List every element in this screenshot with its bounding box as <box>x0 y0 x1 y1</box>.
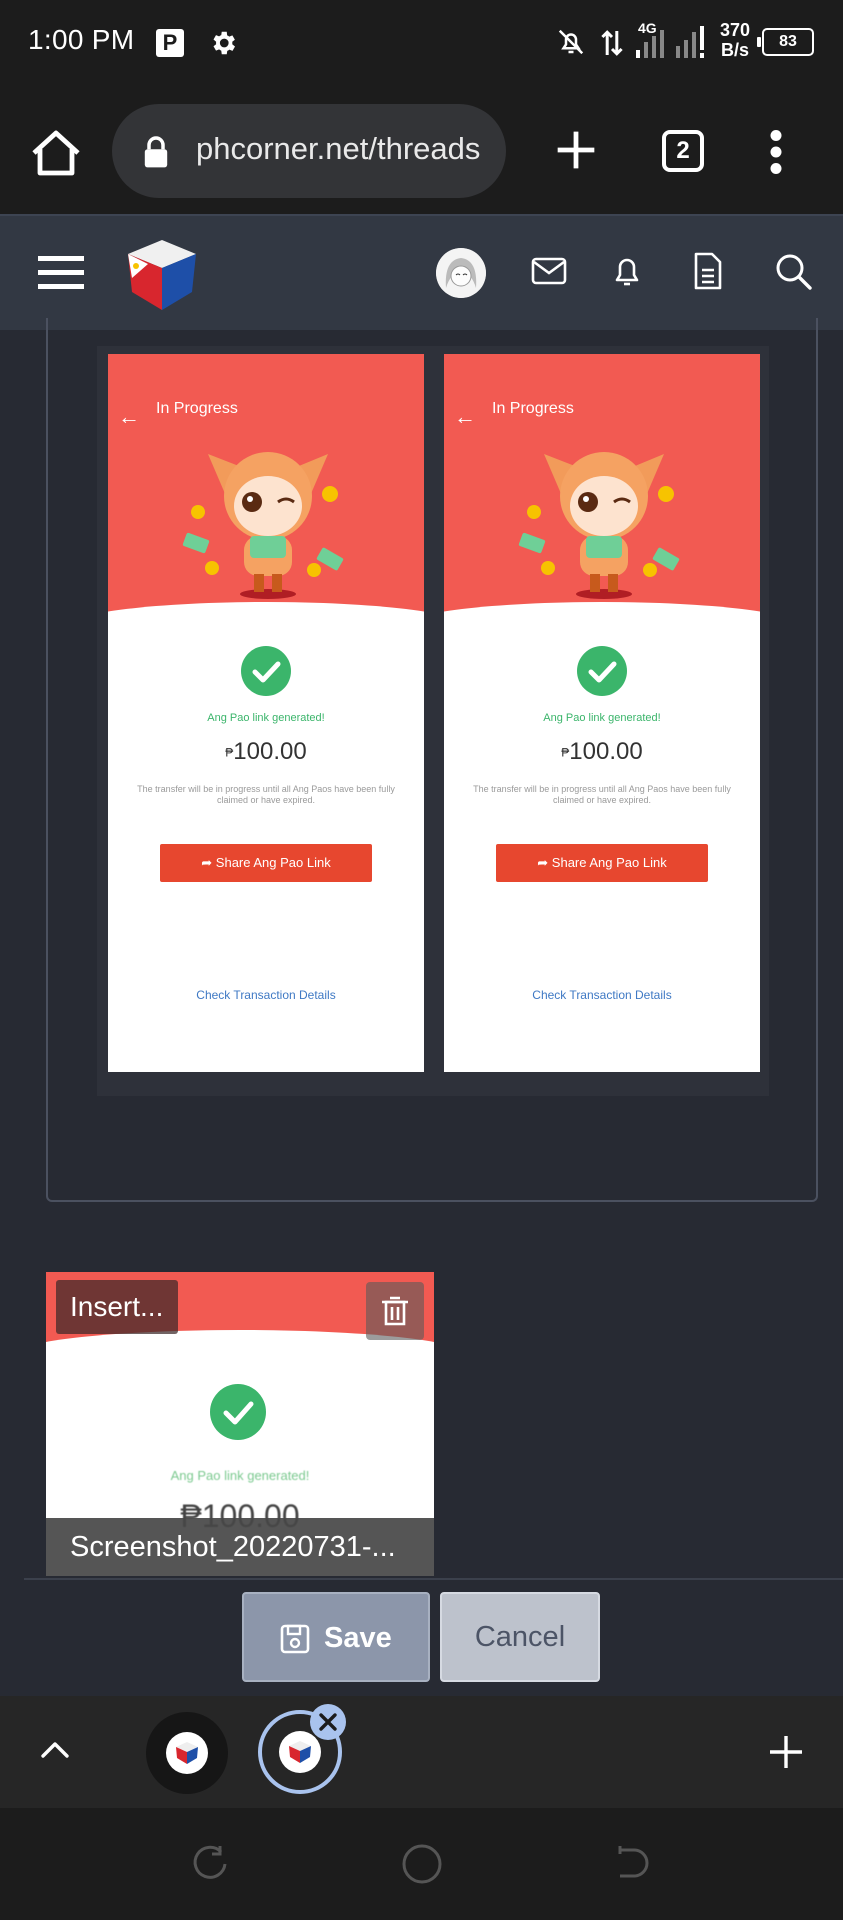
bell-off-icon <box>558 29 584 55</box>
add-tab-icon[interactable] <box>766 1732 806 1772</box>
save-label: Save <box>324 1622 392 1654</box>
close-tab-button[interactable] <box>310 1704 346 1740</box>
divider <box>24 1578 843 1580</box>
status-time: 1:00 PM <box>28 24 135 55</box>
avatar[interactable] <box>436 248 486 298</box>
home-nav-icon[interactable] <box>400 1842 444 1886</box>
bell-icon[interactable] <box>609 252 645 290</box>
amount: ₱100.00 <box>444 738 760 766</box>
network-speed: 370 B/s <box>720 20 750 60</box>
amount-value: 100.00 <box>569 738 643 765</box>
attachment-filename: Screenshot_20220731-... <box>46 1518 434 1576</box>
speed-value: 370 <box>720 20 751 40</box>
thumb-success-message: Ang Pao link generated! <box>170 1468 310 1483</box>
lock-icon <box>144 136 168 168</box>
system-navigation-bar <box>0 1808 843 1920</box>
mascot-image <box>182 452 344 599</box>
transfer-note: The transfer will be in progress until a… <box>137 784 395 805</box>
tab-strip <box>0 1696 843 1808</box>
transaction-details-link: Check Transaction Details <box>532 988 672 1002</box>
parking-icon: P <box>156 29 184 57</box>
close-icon <box>319 1713 337 1731</box>
search-icon[interactable] <box>774 252 812 290</box>
success-message: Ang Pao link generated! <box>207 712 325 724</box>
save-button[interactable]: Save <box>242 1592 430 1682</box>
back-arrow-icon: ← <box>118 404 140 429</box>
site-logo[interactable] <box>122 234 202 314</box>
hamburger-icon[interactable] <box>38 252 84 292</box>
amount: ₱100.00 <box>108 738 424 766</box>
check-icon <box>241 646 291 696</box>
screenshot-attachment[interactable]: ← In Progress Ang Pao link generated! ₱1… <box>108 354 424 1072</box>
document-icon[interactable] <box>692 252 724 290</box>
screenshot-attachment[interactable]: ← In Progress Ang Pao link generated! ₱1… <box>444 354 760 1072</box>
mail-icon[interactable] <box>531 256 567 286</box>
delete-attachment-button[interactable] <box>366 1282 424 1340</box>
upload-thumbnail[interactable]: Ang Pao link generated! ₱100.00 Insert..… <box>46 1272 434 1576</box>
address-bar[interactable]: phcorner.net/threads <box>112 104 506 198</box>
insert-button[interactable]: Insert... <box>56 1280 178 1334</box>
check-icon <box>210 1384 266 1440</box>
status-bar: 1:00 PM P 4G 370 B/s 83 <box>0 0 843 84</box>
screen-title: In Progress <box>156 400 238 417</box>
transfer-note: The transfer will be in progress until a… <box>473 784 731 805</box>
home-icon[interactable] <box>30 128 82 178</box>
screen-title: In Progress <box>492 400 574 417</box>
share-label: Share Ang Pao Link <box>215 855 331 870</box>
share-label: Share Ang Pao Link <box>551 855 667 870</box>
transaction-details-link: Check Transaction Details <box>196 988 336 1002</box>
plus-icon[interactable] <box>554 128 598 172</box>
browser-toolbar: phcorner.net/threads 2 <box>0 84 843 214</box>
gear-icon <box>213 31 235 55</box>
tab-switcher-button[interactable]: 2 <box>662 130 704 172</box>
back-arrow-icon: ← <box>454 404 476 429</box>
floppy-icon <box>280 1624 310 1654</box>
success-message: Ang Pao link generated! <box>543 712 661 724</box>
site-favicon <box>166 1732 208 1774</box>
network-type: 4G <box>638 20 657 36</box>
chevron-up-icon[interactable] <box>38 1736 72 1764</box>
share-link-button: ➦ Share Ang Pao Link <box>496 844 708 882</box>
trash-icon <box>382 1296 408 1326</box>
url-text[interactable]: phcorner.net/threads <box>196 131 486 167</box>
mascot-image <box>518 452 680 599</box>
site-header <box>0 214 843 330</box>
back-nav-icon[interactable] <box>612 1842 654 1884</box>
check-icon <box>577 646 627 696</box>
recents-icon[interactable] <box>190 1842 232 1884</box>
kebab-menu-icon[interactable] <box>766 130 786 174</box>
speed-unit: B/s <box>721 40 750 60</box>
cancel-button[interactable]: Cancel <box>440 1592 600 1682</box>
amount-value: 100.00 <box>233 738 307 765</box>
share-link-button: ➦ Share Ang Pao Link <box>160 844 372 882</box>
tab-thumbnail[interactable] <box>146 1712 228 1794</box>
battery-indicator: 83 <box>757 28 814 56</box>
data-arrows-icon <box>601 30 623 56</box>
